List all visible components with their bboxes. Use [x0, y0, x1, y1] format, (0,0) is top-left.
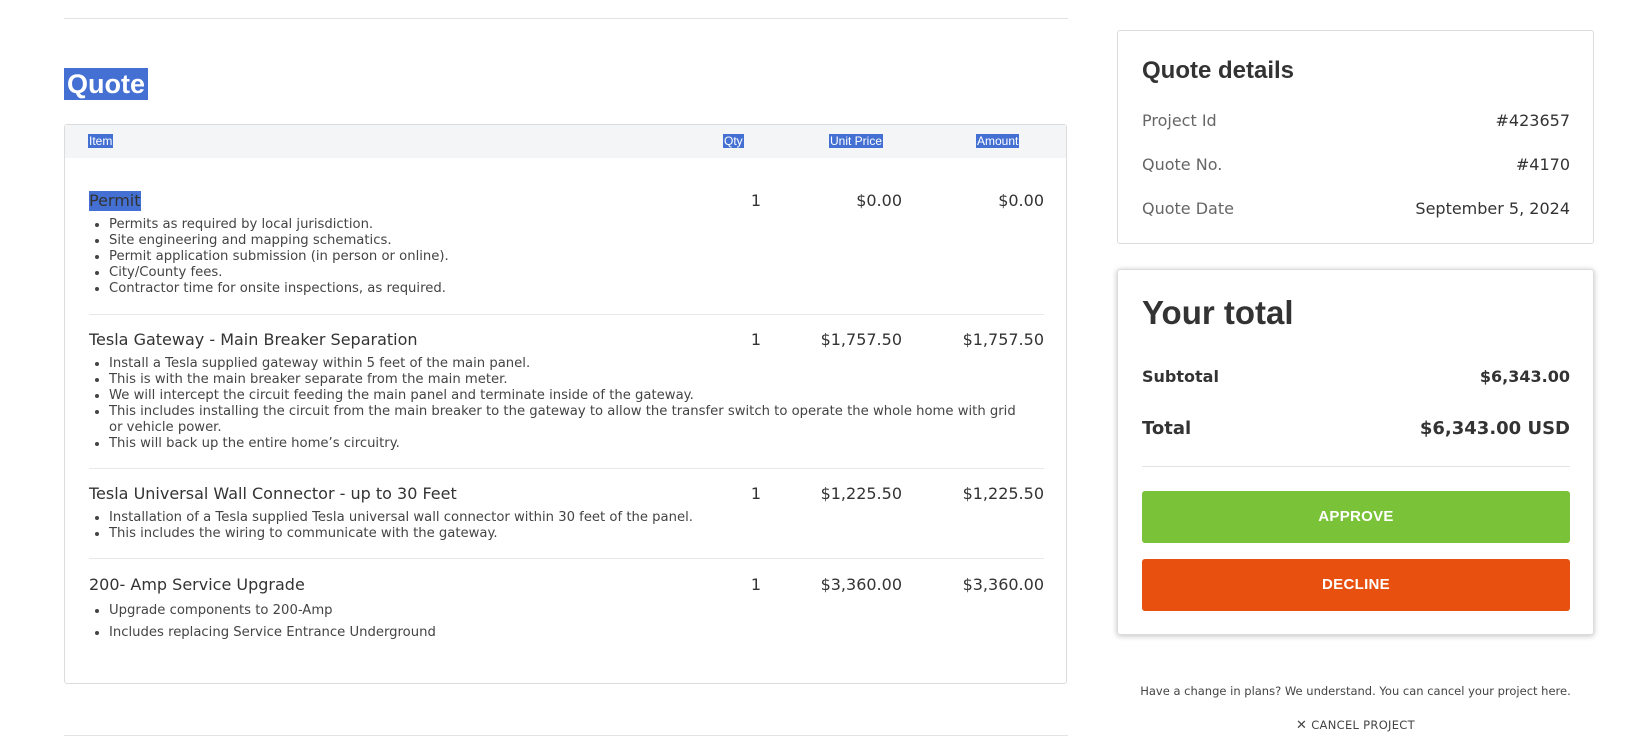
list-item: Permits as required by local jurisdictio… [109, 217, 1019, 233]
list-item: Site engineering and mapping schematics. [109, 233, 1019, 249]
item-unit-price: $3,360.00 [820, 575, 902, 594]
quote-date-value: September 5, 2024 [1415, 199, 1570, 218]
table-header: Item Qty Unit Price Amount [65, 125, 1066, 158]
total-label: Total [1142, 418, 1192, 439]
quote-date-label: Quote Date [1142, 199, 1234, 218]
quote-details-card: Quote details Project Id #423657 Quote N… [1117, 30, 1594, 244]
item-unit-price: $1,225.50 [820, 484, 902, 503]
header-qty: Qty [723, 134, 744, 148]
total-title: Your total [1142, 294, 1294, 331]
total-divider [1142, 466, 1570, 467]
list-item: This includes installing the circuit fro… [109, 404, 1019, 436]
item-qty: 1 [750, 484, 761, 503]
item-unit-price: $0.00 [856, 191, 902, 210]
cancel-project-label: CANCEL PROJECT [1311, 718, 1415, 732]
row-divider [89, 558, 1044, 559]
header-amount: Amount [976, 134, 1020, 148]
page-title: Quote [64, 68, 148, 100]
project-id-label: Project Id [1142, 111, 1217, 130]
quote-no-label: Quote No. [1142, 155, 1223, 174]
header-item: Item [88, 134, 114, 148]
list-item: Upgrade components to 200-Amp [109, 603, 1019, 619]
item-name: Tesla Gateway - Main Breaker Separation [89, 330, 418, 349]
row-divider [89, 468, 1044, 469]
row-divider [89, 314, 1044, 315]
table-row: Tesla Universal Wall Connector - up to 3… [89, 484, 1044, 554]
table-row: Permit 1 $0.00 $0.00 Permits as required… [89, 191, 1044, 311]
item-qty: 1 [750, 330, 761, 349]
total-value: $6,343.00 USD [1419, 418, 1570, 439]
list-item: Contractor time for onsite inspections, … [109, 281, 1019, 297]
item-description: Permits as required by local jurisdictio… [89, 217, 1019, 297]
item-amount: $0.00 [998, 191, 1044, 210]
quote-details-title: Quote details [1142, 57, 1295, 84]
table-row: Tesla Gateway - Main Breaker Separation … [89, 330, 1044, 460]
item-qty: 1 [750, 191, 761, 210]
top-divider [64, 18, 1068, 19]
list-item: Installation of a Tesla supplied Tesla u… [109, 510, 1019, 526]
item-name: 200- Amp Service Upgrade [89, 575, 305, 594]
subtotal-label: Subtotal [1142, 367, 1219, 386]
decline-button[interactable]: DECLINE [1142, 559, 1570, 611]
cancel-project-link[interactable]: ✕ CANCEL PROJECT [1117, 718, 1594, 733]
item-name: Permit [89, 191, 141, 211]
list-item: We will intercept the circuit feeding th… [109, 388, 1019, 404]
project-id-value: #423657 [1495, 111, 1570, 130]
item-unit-price: $1,757.50 [820, 330, 902, 349]
approve-button[interactable]: APPROVE [1142, 491, 1570, 543]
list-item: This will back up the entire home’s circ… [109, 436, 1019, 452]
cancel-note: Have a change in plans? We understand. Y… [1140, 684, 1571, 698]
list-item: This is with the main breaker separate f… [109, 372, 1019, 388]
item-description: Installation of a Tesla supplied Tesla u… [89, 510, 1019, 542]
header-unit-price: Unit Price [829, 134, 884, 148]
item-amount: $1,757.50 [962, 330, 1044, 349]
table-row: 200- Amp Service Upgrade 1 $3,360.00 $3,… [89, 575, 1044, 655]
item-qty: 1 [750, 575, 761, 594]
item-description: Upgrade components to 200-Amp Includes r… [89, 603, 1019, 647]
item-amount: $1,225.50 [962, 484, 1044, 503]
list-item: This includes the wiring to communicate … [109, 526, 1019, 542]
item-amount: $3,360.00 [962, 575, 1044, 594]
list-item: Install a Tesla supplied gateway within … [109, 356, 1019, 372]
subtotal-value: $6,343.00 [1479, 367, 1570, 386]
quote-table: Item Qty Unit Price Amount Permit 1 $0.0… [64, 124, 1067, 684]
bottom-divider [64, 735, 1068, 736]
list-item: City/County fees. [109, 265, 1019, 281]
item-description: Install a Tesla supplied gateway within … [89, 356, 1019, 452]
list-item: Permit application submission (in person… [109, 249, 1019, 265]
total-card: Your total Subtotal $6,343.00 Total $6,3… [1117, 269, 1594, 635]
close-icon: ✕ [1296, 718, 1308, 733]
list-item: Includes replacing Service Entrance Unde… [109, 625, 1019, 641]
quote-no-value: #4170 [1515, 155, 1570, 174]
item-name: Tesla Universal Wall Connector - up to 3… [89, 484, 457, 503]
